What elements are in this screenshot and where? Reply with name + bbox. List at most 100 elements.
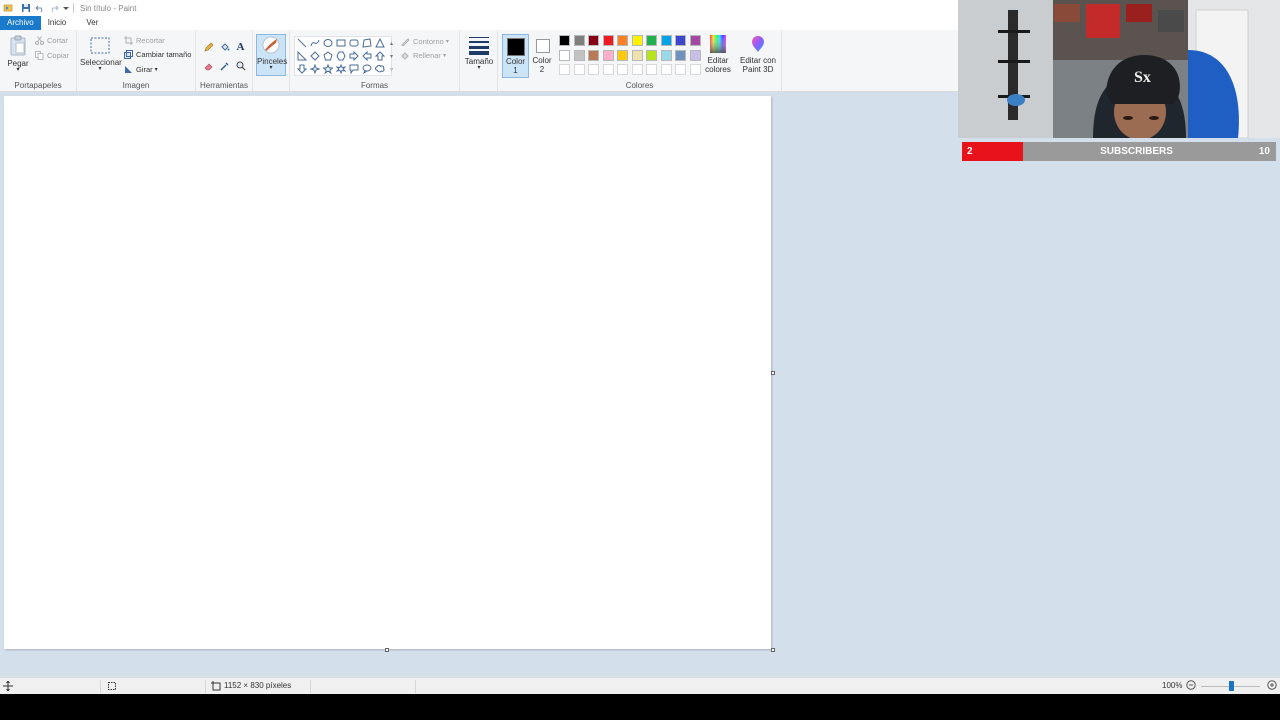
left-arrow-shape-icon[interactable] xyxy=(361,50,372,61)
edit-colors-label: Editar colores xyxy=(705,56,731,74)
cut-button[interactable]: Cortar xyxy=(35,36,68,45)
custom-color-slot[interactable] xyxy=(631,64,643,75)
oval-callout-shape-icon[interactable] xyxy=(361,63,372,74)
custom-color-slot[interactable] xyxy=(675,64,686,75)
oval-shape-icon[interactable] xyxy=(322,37,333,48)
five-point-star-shape-icon[interactable] xyxy=(322,63,333,74)
palette-swatch[interactable] xyxy=(559,35,570,46)
custom-color-slot[interactable] xyxy=(617,64,628,75)
custom-color-slot[interactable] xyxy=(573,64,585,75)
palette-swatch[interactable] xyxy=(573,35,585,46)
redo-icon[interactable] xyxy=(48,2,60,14)
palette-swatch[interactable] xyxy=(617,35,628,46)
curve-shape-icon[interactable] xyxy=(309,37,320,48)
brushes-button[interactable]: Pinceles ▾ xyxy=(256,34,287,76)
six-point-star-shape-icon[interactable] xyxy=(335,63,346,74)
colors-group: Color 1 Color 2 Editar colores Editar co… xyxy=(498,30,782,92)
palette-swatch[interactable] xyxy=(646,49,657,61)
color2-button[interactable]: Color 2 xyxy=(531,34,555,78)
palette-swatch[interactable] xyxy=(660,35,672,46)
select-button[interactable]: Seleccionar ▾ xyxy=(80,36,122,72)
save-icon[interactable] xyxy=(20,2,32,14)
palette-swatch[interactable] xyxy=(631,35,643,46)
outline-dropdown-icon[interactable]: ▾ xyxy=(446,38,449,45)
palette-swatch[interactable] xyxy=(675,35,686,46)
brushes-dropdown-icon[interactable]: ▾ xyxy=(257,65,285,71)
paint3d-button[interactable]: Editar con Paint 3D xyxy=(738,34,778,74)
clipboard-group-label: Portapapeles xyxy=(14,81,62,90)
custom-color-slot[interactable] xyxy=(660,64,672,75)
resize-icon xyxy=(124,50,133,59)
size-button[interactable]: Tamaño ▾ xyxy=(463,35,495,71)
custom-color-slot[interactable] xyxy=(559,64,570,75)
select-dropdown-icon[interactable]: ▾ xyxy=(80,66,120,72)
custom-color-slot[interactable] xyxy=(646,64,657,75)
zoom-in-icon[interactable] xyxy=(1267,680,1277,692)
copy-button[interactable]: Copiar xyxy=(35,51,69,60)
palette-swatch[interactable] xyxy=(559,49,570,61)
color1-button[interactable]: Color 1 xyxy=(502,34,529,78)
rotate-button[interactable]: Girar ▾ xyxy=(124,65,158,74)
paste-button[interactable]: Pegar ▾ xyxy=(5,35,31,73)
custom-color-slot[interactable] xyxy=(588,64,599,75)
palette-swatch[interactable] xyxy=(588,49,599,61)
size-dropdown-icon[interactable]: ▾ xyxy=(463,65,495,71)
tab-home[interactable]: Inicio xyxy=(41,16,74,30)
palette-swatch[interactable] xyxy=(602,49,614,61)
triangle-shape-icon[interactable] xyxy=(374,37,385,48)
palette-swatch[interactable] xyxy=(689,49,701,61)
edit-colors-button[interactable]: Editar colores xyxy=(704,34,732,74)
diamond-shape-icon[interactable] xyxy=(309,50,320,61)
zoom-out-icon[interactable] xyxy=(1186,680,1196,692)
shapes-group-label: Formas xyxy=(360,81,389,90)
undo-icon[interactable] xyxy=(34,2,46,14)
crop-button[interactable]: Recortar xyxy=(124,36,165,45)
rotate-dropdown-icon[interactable]: ▾ xyxy=(155,66,158,73)
palette-swatch[interactable] xyxy=(573,49,585,61)
custom-color-slot[interactable] xyxy=(689,64,701,75)
paint-app-icon[interactable] xyxy=(2,2,14,14)
resize-handle-right[interactable] xyxy=(771,371,775,375)
customize-toolbar-icon[interactable] xyxy=(62,2,70,14)
resize-button[interactable]: Cambiar tamaño xyxy=(124,50,191,59)
rect-callout-shape-icon[interactable] xyxy=(348,63,359,74)
custom-color-slot[interactable] xyxy=(602,64,614,75)
shapes-scroll-arrows[interactable]: ▴ ▾ ▿ xyxy=(390,38,393,77)
palette-swatch[interactable] xyxy=(689,35,701,46)
palette-swatch[interactable] xyxy=(617,49,628,61)
fill-bucket-icon[interactable] xyxy=(219,41,230,52)
four-point-star-shape-icon[interactable] xyxy=(309,63,320,74)
rectangle-shape-icon[interactable] xyxy=(335,37,346,48)
palette-swatch[interactable] xyxy=(646,35,657,46)
palette-swatch[interactable] xyxy=(631,49,643,61)
eraser-icon[interactable] xyxy=(203,60,214,71)
outline-button[interactable]: Contorno ▾ xyxy=(401,37,449,47)
zoom-slider-thumb[interactable] xyxy=(1229,681,1234,691)
palette-swatch[interactable] xyxy=(660,49,672,61)
hexagon-shape-icon[interactable] xyxy=(335,50,346,61)
right-triangle-shape-icon[interactable] xyxy=(296,50,307,61)
line-shape-icon[interactable] xyxy=(296,37,307,48)
tab-view[interactable]: Ver xyxy=(79,16,105,30)
down-arrow-shape-icon[interactable] xyxy=(296,63,307,74)
color-picker-icon[interactable] xyxy=(219,60,230,71)
fill-button[interactable]: Rellenar ▾ xyxy=(401,51,446,60)
right-arrow-shape-icon[interactable] xyxy=(348,50,359,61)
resize-handle-corner[interactable] xyxy=(771,648,775,652)
text-tool-icon[interactable]: A xyxy=(235,41,246,53)
tab-file[interactable]: Archivo xyxy=(0,16,41,30)
palette-swatch[interactable] xyxy=(675,49,686,61)
rounded-rectangle-shape-icon[interactable] xyxy=(348,37,359,48)
palette-swatch[interactable] xyxy=(588,35,599,46)
pentagon-shape-icon[interactable] xyxy=(322,50,333,61)
drawing-canvas[interactable] xyxy=(4,96,771,649)
fill-dropdown-icon[interactable]: ▾ xyxy=(443,52,446,59)
magnifier-icon[interactable] xyxy=(235,60,246,71)
cloud-callout-shape-icon[interactable] xyxy=(374,63,385,74)
up-arrow-shape-icon[interactable] xyxy=(374,50,385,61)
pencil-icon[interactable] xyxy=(203,41,214,52)
resize-handle-bottom[interactable] xyxy=(385,648,389,652)
palette-swatch[interactable] xyxy=(602,35,614,46)
paste-dropdown-icon[interactable]: ▾ xyxy=(5,67,31,73)
polygon-shape-icon[interactable] xyxy=(361,37,372,48)
